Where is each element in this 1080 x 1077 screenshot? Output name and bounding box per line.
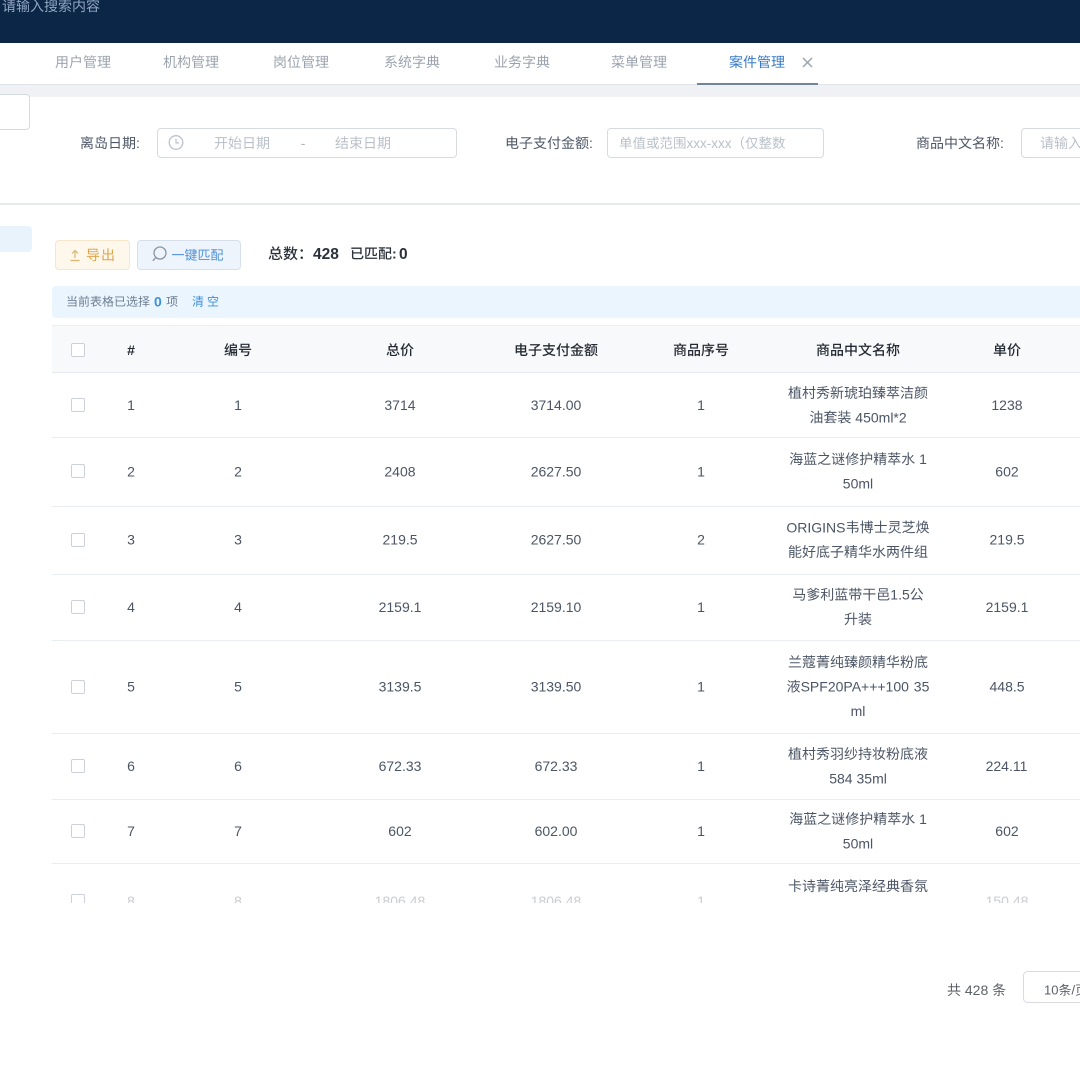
- svg-text:7: 7: [127, 823, 135, 839]
- svg-text:0: 0: [154, 294, 162, 310]
- svg-text:1: 1: [234, 397, 242, 413]
- svg-text:xxx-xxx: xxx-xxx: [687, 136, 732, 151]
- svg-text:35: 35: [914, 679, 930, 695]
- svg-text:1: 1: [919, 811, 927, 827]
- svg-text:602.00: 602.00: [535, 823, 578, 839]
- svg-text::: :: [589, 135, 593, 151]
- svg-text:1: 1: [697, 758, 705, 774]
- svg-text:2: 2: [127, 463, 135, 479]
- svg-text:672.33: 672.33: [379, 758, 422, 774]
- svg-text::: :: [1000, 135, 1004, 151]
- svg-text:50ml: 50ml: [843, 835, 873, 851]
- svg-text:428: 428: [965, 982, 989, 998]
- svg-text:448.5: 448.5: [990, 679, 1025, 695]
- svg-text:602: 602: [995, 823, 1019, 839]
- svg-text:3714.00: 3714.00: [531, 397, 582, 413]
- svg-text:2: 2: [697, 532, 705, 548]
- svg-text:1: 1: [697, 823, 705, 839]
- svg-text:35ml: 35ml: [857, 770, 887, 786]
- svg-text:SPF20PA+++100: SPF20PA+++100: [801, 679, 910, 695]
- svg-text:6: 6: [234, 758, 242, 774]
- svg-text:1: 1: [697, 463, 705, 479]
- svg-text:602: 602: [388, 823, 412, 839]
- svg-text:219.5: 219.5: [383, 532, 418, 548]
- svg-text:3139.50: 3139.50: [531, 679, 582, 695]
- svg-text:4: 4: [234, 599, 242, 615]
- svg-text:3139.5: 3139.5: [379, 679, 422, 695]
- svg-text:428: 428: [313, 246, 339, 263]
- svg-text:219.5: 219.5: [990, 532, 1025, 548]
- svg-text:602: 602: [995, 463, 1019, 479]
- svg-text:ORIGINS: ORIGINS: [786, 519, 845, 535]
- svg-text:2159.1: 2159.1: [379, 599, 422, 615]
- svg-text:1: 1: [127, 397, 135, 413]
- svg-text:1: 1: [697, 679, 705, 695]
- svg-text:584: 584: [829, 770, 853, 786]
- svg-text:1: 1: [697, 599, 705, 615]
- svg-text:450ml*2: 450ml*2: [855, 409, 907, 425]
- svg-text:2408: 2408: [384, 463, 415, 479]
- svg-text:#: #: [127, 342, 135, 358]
- svg-text:3: 3: [234, 532, 242, 548]
- svg-text:5: 5: [127, 679, 135, 695]
- svg-text:0: 0: [399, 246, 408, 263]
- svg-text:2627.50: 2627.50: [531, 463, 582, 479]
- svg-text:1: 1: [697, 397, 705, 413]
- svg-text:2159.1: 2159.1: [986, 599, 1029, 615]
- svg-text:2159.10: 2159.10: [531, 599, 582, 615]
- svg-text:2: 2: [234, 463, 242, 479]
- svg-text:2627.50: 2627.50: [531, 532, 582, 548]
- svg-text:672.33: 672.33: [535, 758, 578, 774]
- svg-text:1.5: 1.5: [890, 587, 910, 603]
- svg-text:3: 3: [127, 532, 135, 548]
- svg-text::: :: [136, 135, 140, 151]
- svg-text:/: /: [1072, 983, 1076, 998]
- svg-text:1238: 1238: [991, 397, 1022, 413]
- svg-text:3714: 3714: [384, 397, 415, 413]
- svg-text:224.11: 224.11: [986, 758, 1028, 774]
- svg-text:10: 10: [1044, 983, 1058, 998]
- svg-text:-: -: [301, 135, 306, 151]
- svg-text::: :: [392, 246, 397, 262]
- svg-text:5: 5: [234, 679, 242, 695]
- svg-text:6: 6: [127, 758, 135, 774]
- svg-text:1: 1: [919, 451, 927, 467]
- svg-text:ml: ml: [851, 703, 866, 719]
- svg-text:7: 7: [234, 823, 242, 839]
- svg-text:4: 4: [127, 599, 135, 615]
- svg-text:50ml: 50ml: [843, 476, 873, 492]
